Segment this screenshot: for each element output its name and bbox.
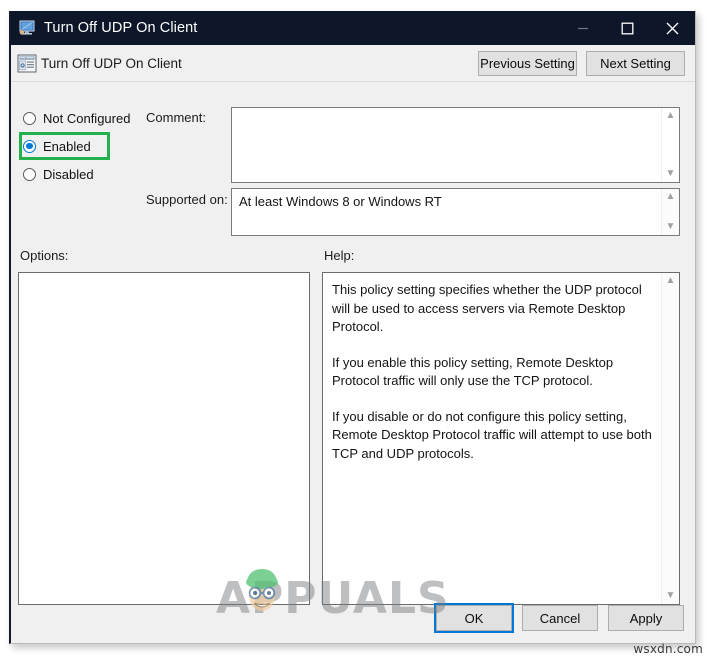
apply-button[interactable]: Apply [608,605,684,631]
options-value [19,273,309,285]
chevron-down-icon[interactable]: ▼ [666,166,676,182]
supported-on-value: At least Windows 8 or Windows RT [239,194,442,209]
help-paragraph: This policy setting specifies whether th… [332,282,642,334]
radio-label: Not Configured [43,110,131,126]
minimize-icon [577,27,588,30]
previous-setting-button[interactable]: Previous Setting [478,51,577,76]
radio-button-icon [23,111,36,125]
close-button[interactable] [650,11,695,45]
help-scrollbar[interactable]: ▲ ▼ [661,273,679,604]
screenshot-root: Turn Off UDP On Client Turn Off UDP On C… [0,0,707,658]
chevron-down-icon[interactable]: ▼ [666,219,676,235]
policy-state-radio-group: Not Configured Enabled Disabled [20,107,130,191]
title-bar[interactable]: Turn Off UDP On Client [11,11,695,45]
close-icon [666,22,679,34]
help-pane[interactable]: This policy setting specifies whether th… [322,272,680,605]
group-policy-setting-icon [17,54,37,73]
cancel-button[interactable]: Cancel [522,605,598,631]
setting-name-label: Turn Off UDP On Client [41,56,182,71]
comment-label: Comment: [146,110,206,125]
supported-on-label: Supported on: [146,192,228,207]
comment-textbox[interactable]: ▲ ▼ [231,107,680,183]
maximize-icon [621,22,634,34]
chevron-up-icon[interactable]: ▲ [666,108,676,124]
help-text: This policy setting specifies whether th… [332,281,655,463]
policy-setting-window: Turn Off UDP On Client Turn Off UDP On C… [9,11,696,644]
supported-on-textbox[interactable]: At least Windows 8 or Windows RT ▲ ▼ [231,188,680,236]
options-pane[interactable] [18,272,310,605]
help-paragraph: If you enable this policy setting, Remot… [332,354,614,389]
chevron-up-icon[interactable]: ▲ [666,273,676,289]
help-label: Help: [324,248,355,263]
wsxdn-watermark: wsxdn.com [633,642,703,656]
chevron-down-icon[interactable]: ▼ [666,588,676,604]
radio-label: Enabled [43,138,91,154]
monitor-icon [18,20,36,36]
radio-button-icon [23,167,36,181]
chevron-up-icon[interactable]: ▲ [666,189,676,205]
navigation-buttons: Previous Setting Next Setting [478,51,685,76]
help-paragraph: If you disable or do not configure this … [332,408,652,461]
dialog-body: Not Configured Enabled Disabled Comment:… [11,82,695,643]
radio-enabled[interactable]: Enabled [22,135,107,157]
next-setting-button[interactable]: Next Setting [586,51,685,76]
dialog-footer-buttons: OK Cancel Apply [436,605,684,631]
radio-label: Disabled [43,166,94,182]
minimize-button[interactable] [560,11,605,45]
window-title: Turn Off UDP On Client [44,20,198,36]
command-bar: Turn Off UDP On Client Previous Setting … [11,45,695,82]
radio-disabled[interactable]: Disabled [20,163,130,185]
radio-not-configured[interactable]: Not Configured [20,107,130,129]
ok-button[interactable]: OK [436,605,512,631]
window-controls [560,11,695,45]
comment-scrollbar[interactable]: ▲ ▼ [661,108,679,182]
supported-on-scrollbar[interactable]: ▲ ▼ [661,189,679,235]
radio-button-icon [23,139,36,153]
comment-value [232,108,679,118]
options-label: Options: [20,248,69,263]
maximize-button[interactable] [605,11,650,45]
